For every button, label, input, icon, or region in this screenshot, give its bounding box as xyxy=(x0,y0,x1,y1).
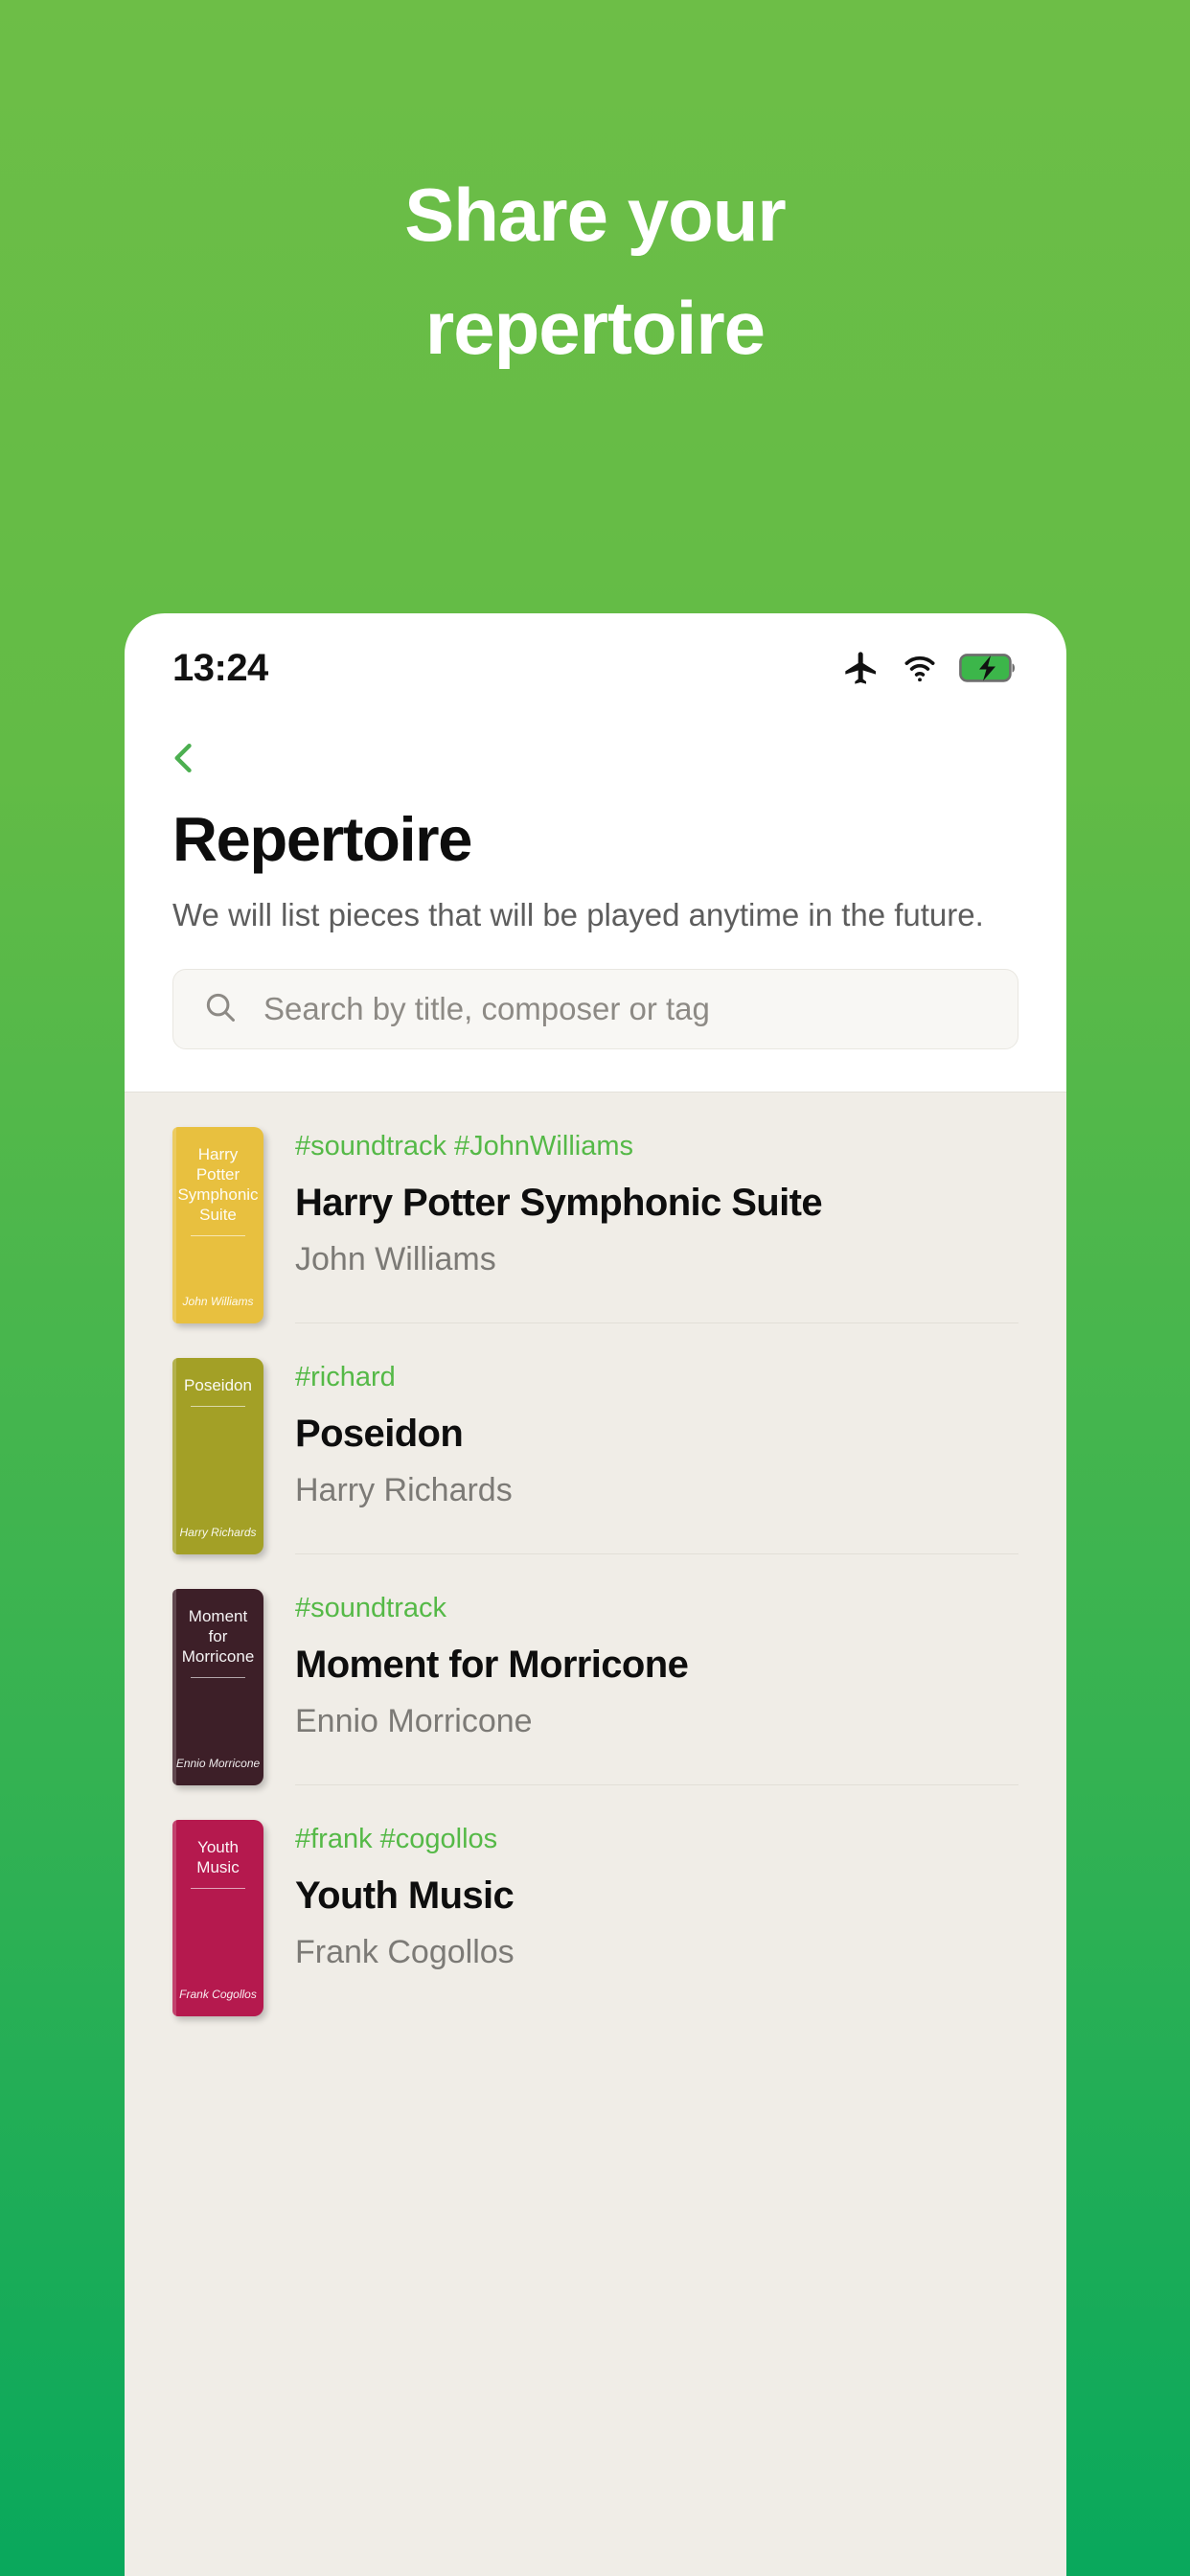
phone-mockup: 13:24 Repertoire We will list pieces tha… xyxy=(125,613,1066,2576)
piece-tags[interactable]: #richard xyxy=(295,1360,1018,1394)
thumbnail-title: Poseidon xyxy=(184,1376,252,1394)
repertoire-list[interactable]: Harry Potter Symphonic Suite John Willia… xyxy=(125,1092,1066,2576)
list-item[interactable]: Poseidon Harry Richards #richard Poseido… xyxy=(172,1323,1018,1554)
thumbnail-composer: Harry Richards xyxy=(179,1526,257,1539)
list-item-body: #soundtrack #JohnWilliams Harry Potter S… xyxy=(295,1127,1018,1323)
list-item[interactable]: Youth Music Frank Cogollos #frank #cogol… xyxy=(172,1785,1018,2016)
piece-thumbnail: Moment for Morricone Ennio Morricone xyxy=(172,1589,263,1785)
status-bar: 13:24 xyxy=(125,613,1066,702)
thumbnail-title: Youth Music xyxy=(196,1838,240,1876)
thumbnail-divider xyxy=(191,1677,245,1678)
promo-headline-line-1: Share your xyxy=(404,172,786,257)
back-button[interactable] xyxy=(163,726,230,794)
page-title: Repertoire xyxy=(172,804,472,874)
list-item-body: #richard Poseidon Harry Richards xyxy=(295,1358,1018,1554)
thumbnail-divider xyxy=(191,1235,245,1236)
piece-thumbnail: Youth Music Frank Cogollos xyxy=(172,1820,263,2016)
list-item[interactable]: Moment for Morricone Ennio Morricone #so… xyxy=(172,1554,1018,1785)
search-input[interactable]: Search by title, composer or tag xyxy=(172,969,1018,1049)
list-item-body: #frank #cogollos Youth Music Frank Cogol… xyxy=(295,1820,1018,2016)
piece-title: Moment for Morricone xyxy=(295,1644,689,1686)
promo-headline: Share your repertoire xyxy=(0,158,1190,384)
piece-thumbnail: Harry Potter Symphonic Suite John Willia… xyxy=(172,1127,263,1323)
thumbnail-title: Moment for Morricone xyxy=(181,1607,255,1666)
battery-charging-icon xyxy=(959,653,1018,683)
piece-thumbnail: Poseidon Harry Richards xyxy=(172,1358,263,1554)
page-subtitle: We will list pieces that will be played … xyxy=(172,897,984,932)
piece-title: Harry Potter Symphonic Suite xyxy=(295,1182,823,1224)
list-item[interactable]: Harry Potter Symphonic Suite John Willia… xyxy=(172,1092,1018,1323)
status-bar-time: 13:24 xyxy=(172,646,268,689)
page-header: Repertoire We will list pieces that will… xyxy=(125,702,1066,1092)
piece-title: Youth Music xyxy=(295,1874,515,1917)
piece-tags[interactable]: #frank #cogollos xyxy=(295,1822,1018,1856)
piece-composer: Frank Cogollos xyxy=(295,1934,515,1970)
status-bar-icons xyxy=(842,648,1018,688)
piece-composer: Ennio Morricone xyxy=(295,1703,533,1739)
search-icon xyxy=(202,989,239,1030)
piece-tags[interactable]: #soundtrack xyxy=(295,1591,1018,1625)
promo-headline-line-2: repertoire xyxy=(424,286,766,370)
piece-tags[interactable]: #soundtrack #JohnWilliams xyxy=(295,1129,1018,1163)
thumbnail-divider xyxy=(191,1888,245,1889)
piece-composer: John Williams xyxy=(295,1241,496,1277)
airplane-mode-icon xyxy=(842,649,881,687)
search-placeholder: Search by title, composer or tag xyxy=(263,991,710,1026)
piece-composer: Harry Richards xyxy=(295,1472,513,1508)
thumbnail-title: Harry Potter Symphonic Suite xyxy=(177,1145,259,1224)
piece-title: Poseidon xyxy=(295,1413,464,1455)
thumbnail-composer: Ennio Morricone xyxy=(175,1757,261,1770)
list-item-body: #soundtrack Moment for Morricone Ennio M… xyxy=(295,1589,1018,1785)
chevron-left-icon xyxy=(163,737,205,784)
thumbnail-composer: John Williams xyxy=(182,1295,254,1308)
thumbnail-composer: Frank Cogollos xyxy=(179,1988,257,2001)
wifi-icon xyxy=(900,648,940,688)
thumbnail-divider xyxy=(191,1406,245,1407)
